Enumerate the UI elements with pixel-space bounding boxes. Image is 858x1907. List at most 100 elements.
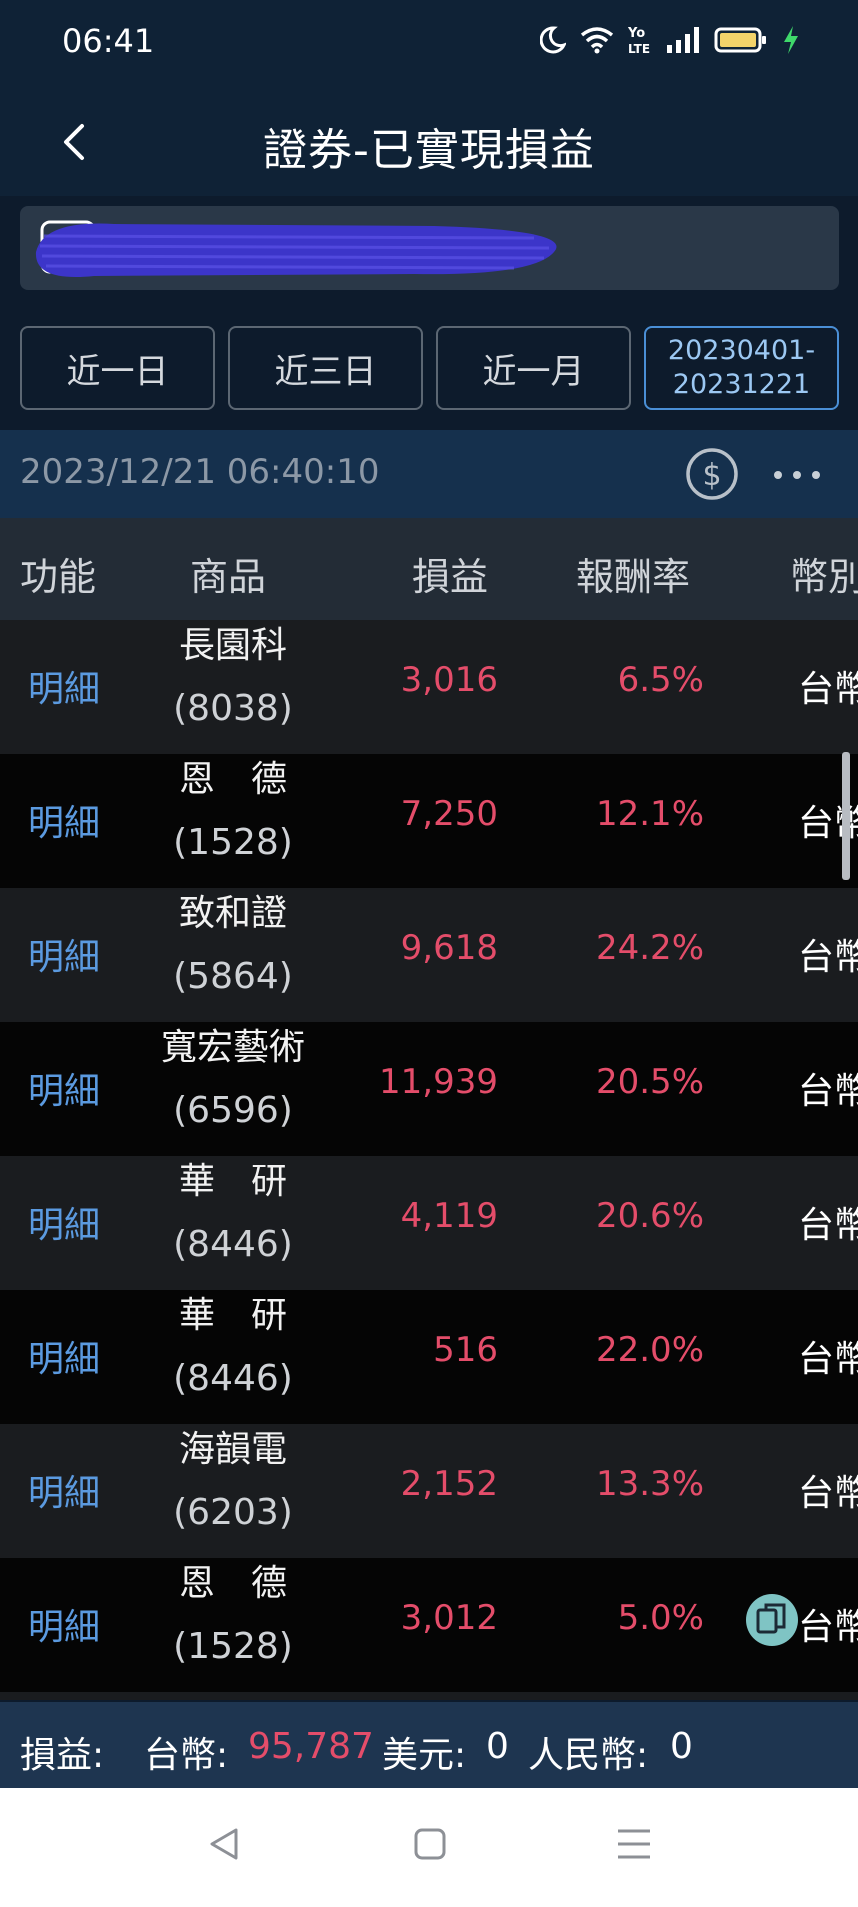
detail-link[interactable]: 明細 bbox=[28, 1464, 100, 1516]
header: 證券-已實現損益 bbox=[0, 88, 858, 196]
dollar-circle-icon: $ bbox=[686, 448, 738, 500]
recents-menu-icon[interactable] bbox=[614, 1824, 654, 1864]
currency: 台幣 bbox=[798, 1339, 858, 1380]
pnl-value: 3,012 bbox=[400, 1598, 498, 1638]
pnl-value: 4,119 bbox=[400, 1196, 498, 1236]
table-row: 明細 寬宏藝術 (6596) 11,939 20.5% 台幣 bbox=[0, 1022, 858, 1156]
product-code: (8446) bbox=[173, 1224, 293, 1265]
detail-link[interactable]: 明細 bbox=[28, 1330, 100, 1382]
pnl-value: 11,939 bbox=[379, 1062, 498, 1102]
summary-usd-label: 美元: bbox=[382, 1735, 467, 1776]
detail-link[interactable]: 明細 bbox=[28, 928, 100, 980]
summary-twd-value: 95,787 bbox=[248, 1726, 374, 1767]
table-header: 功能 商品 損益 報酬率 幣別 bbox=[0, 518, 858, 620]
system-navigation-bar bbox=[0, 1788, 858, 1907]
summary-rmb-value: 0 bbox=[670, 1726, 693, 1767]
pnl-value: 2,152 bbox=[400, 1464, 498, 1504]
currency: 台幣 bbox=[798, 1205, 858, 1246]
product-code: (6596) bbox=[173, 1090, 293, 1131]
scrollbar-thumb[interactable] bbox=[842, 752, 850, 880]
account-selector[interactable] bbox=[20, 206, 839, 290]
date-range-start: 20230401- bbox=[667, 335, 816, 366]
product-code: (1528) bbox=[173, 1626, 293, 1667]
product-name: 長園科 bbox=[178, 625, 287, 666]
currency: 台幣 bbox=[798, 669, 858, 710]
table-row: 明細 海韻電 (6203) 2,152 13.3% 台幣 bbox=[0, 1424, 858, 1558]
pnl-value: 3,016 bbox=[400, 660, 498, 700]
table-row: 明細 長園科 (8038) 3,016 6.5% 台幣 bbox=[0, 620, 858, 754]
table-row-partial bbox=[0, 1692, 858, 1700]
pnl-value: 516 bbox=[433, 1330, 498, 1370]
return-rate: 20.5% bbox=[595, 1062, 704, 1102]
svg-text:$: $ bbox=[702, 458, 721, 493]
currency: 台幣 bbox=[798, 1071, 858, 1112]
summary-rmb-label: 人民幣: bbox=[528, 1735, 649, 1776]
custom-date-range-button[interactable]: 20230401- 20231221 bbox=[644, 326, 839, 410]
detail-link[interactable]: 明細 bbox=[28, 1062, 100, 1114]
product-name: 恩 德 bbox=[178, 1563, 287, 1604]
pnl-table-body[interactable]: 明細 長園科 (8038) 3,016 6.5% 台幣 明細 恩 德 (1528… bbox=[0, 620, 858, 1700]
more-button[interactable] bbox=[770, 460, 824, 490]
summary-usd-value: 0 bbox=[486, 1726, 509, 1767]
signal-icon bbox=[667, 27, 699, 53]
svg-text:LTE: LTE bbox=[628, 42, 650, 56]
currency: 台幣 bbox=[798, 1473, 858, 1514]
detail-link[interactable]: 明細 bbox=[28, 1598, 100, 1650]
home-square-icon[interactable] bbox=[410, 1824, 450, 1864]
header-currency: 幣別 bbox=[790, 555, 858, 599]
date-range-end: 20231221 bbox=[672, 369, 811, 400]
more-horizontal-icon bbox=[774, 471, 820, 479]
product-name: 華 研 bbox=[178, 1295, 287, 1336]
period-filter: 近一日 近三日 近一月 20230401- 20231221 bbox=[20, 326, 839, 410]
status-icons: Yo LTE bbox=[540, 24, 800, 56]
table-row: 明細 華 研 (8446) 4,119 20.6% 台幣 bbox=[0, 1156, 858, 1290]
summary-twd-label: 台幣: bbox=[144, 1735, 229, 1776]
return-rate: 20.6% bbox=[595, 1196, 704, 1236]
detail-link[interactable]: 明細 bbox=[28, 794, 100, 846]
pnl-value: 9,618 bbox=[400, 928, 498, 968]
page-title: 證券-已實現損益 bbox=[263, 125, 595, 176]
header-return-rate: 報酬率 bbox=[576, 555, 691, 599]
product-name: 寬宏藝術 bbox=[160, 1027, 305, 1068]
product-name: 華 研 bbox=[178, 1161, 287, 1202]
charging-icon bbox=[784, 26, 798, 54]
floating-action-button[interactable] bbox=[746, 1594, 798, 1646]
volte-icon: YoLTE bbox=[628, 26, 650, 56]
query-timestamp: 2023/12/21 06:40:10 bbox=[20, 452, 380, 492]
product-name: 致和證 bbox=[178, 893, 287, 934]
wifi-icon bbox=[580, 27, 614, 54]
back-triangle-icon[interactable] bbox=[204, 1824, 244, 1864]
return-rate: 13.3% bbox=[595, 1464, 704, 1504]
status-time: 06:41 bbox=[62, 22, 155, 60]
return-rate: 6.5% bbox=[617, 660, 704, 700]
detail-link[interactable]: 明細 bbox=[28, 660, 100, 712]
copy-document-icon bbox=[756, 1603, 786, 1634]
table-row: 明細 恩 德 (1528) 3,012 5.0% 台幣 bbox=[0, 1558, 858, 1692]
period-3-days-button[interactable]: 近三日 bbox=[228, 326, 423, 410]
detail-link[interactable]: 明細 bbox=[28, 1196, 100, 1248]
product-name: 海韻電 bbox=[178, 1429, 287, 1470]
redaction-scribble bbox=[35, 220, 557, 277]
summary-label: 損益: bbox=[20, 1735, 105, 1776]
currency-button[interactable]: $ bbox=[684, 446, 740, 502]
header-function: 功能 bbox=[20, 555, 97, 599]
svg-text:Yo: Yo bbox=[628, 26, 645, 41]
product-code: (8446) bbox=[173, 1358, 293, 1399]
product-code: (5864) bbox=[173, 956, 293, 997]
pnl-value: 7,250 bbox=[400, 794, 498, 834]
pnl-summary-bar: 損益: 台幣: 95,787 美元: 0 人民幣: 0 bbox=[0, 1702, 858, 1788]
period-1-day-button[interactable]: 近一日 bbox=[20, 326, 215, 410]
product-code: (1528) bbox=[173, 822, 293, 863]
product-code: (6203) bbox=[173, 1492, 293, 1533]
return-rate: 24.2% bbox=[595, 928, 704, 968]
battery-icon bbox=[714, 27, 766, 53]
table-row: 明細 華 研 (8446) 516 22.0% 台幣 bbox=[0, 1290, 858, 1424]
table-row: 明細 恩 德 (1528) 7,250 12.1% 台幣 bbox=[0, 754, 858, 888]
table-row: 明細 致和證 (5864) 9,618 24.2% 台幣 bbox=[0, 888, 858, 1022]
return-rate: 12.1% bbox=[595, 794, 704, 834]
return-rate: 22.0% bbox=[595, 1330, 704, 1370]
product-code: (8038) bbox=[173, 688, 293, 729]
header-pnl: 損益 bbox=[412, 555, 489, 599]
period-1-month-button[interactable]: 近一月 bbox=[436, 326, 631, 410]
currency: 台幣 bbox=[798, 937, 858, 978]
